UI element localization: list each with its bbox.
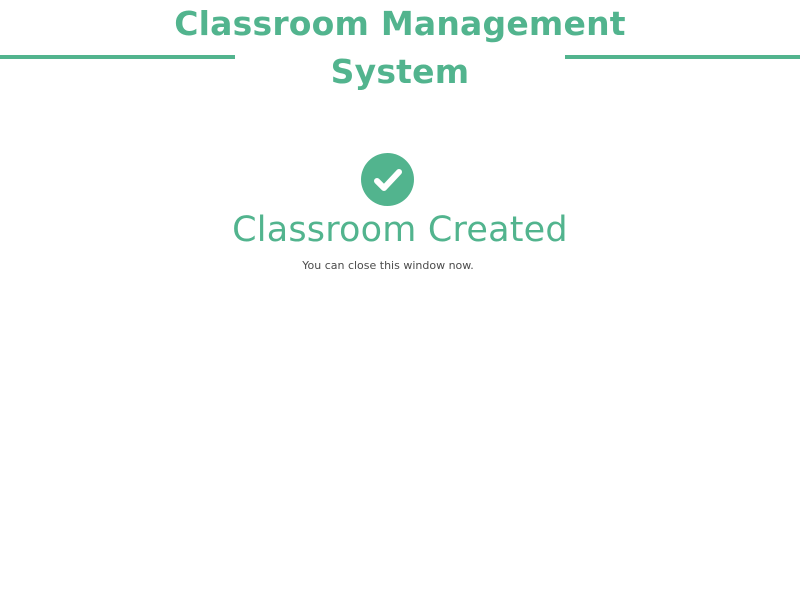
confirmation-title: Classroom Created	[232, 210, 568, 250]
check-circle-icon	[361, 153, 414, 206]
app-title: Classroom Management System	[174, 4, 626, 91]
header-divider-right	[565, 55, 800, 59]
page-header: Classroom Management System	[0, 0, 800, 100]
confirmation-message: You can close this window now.	[302, 259, 474, 272]
